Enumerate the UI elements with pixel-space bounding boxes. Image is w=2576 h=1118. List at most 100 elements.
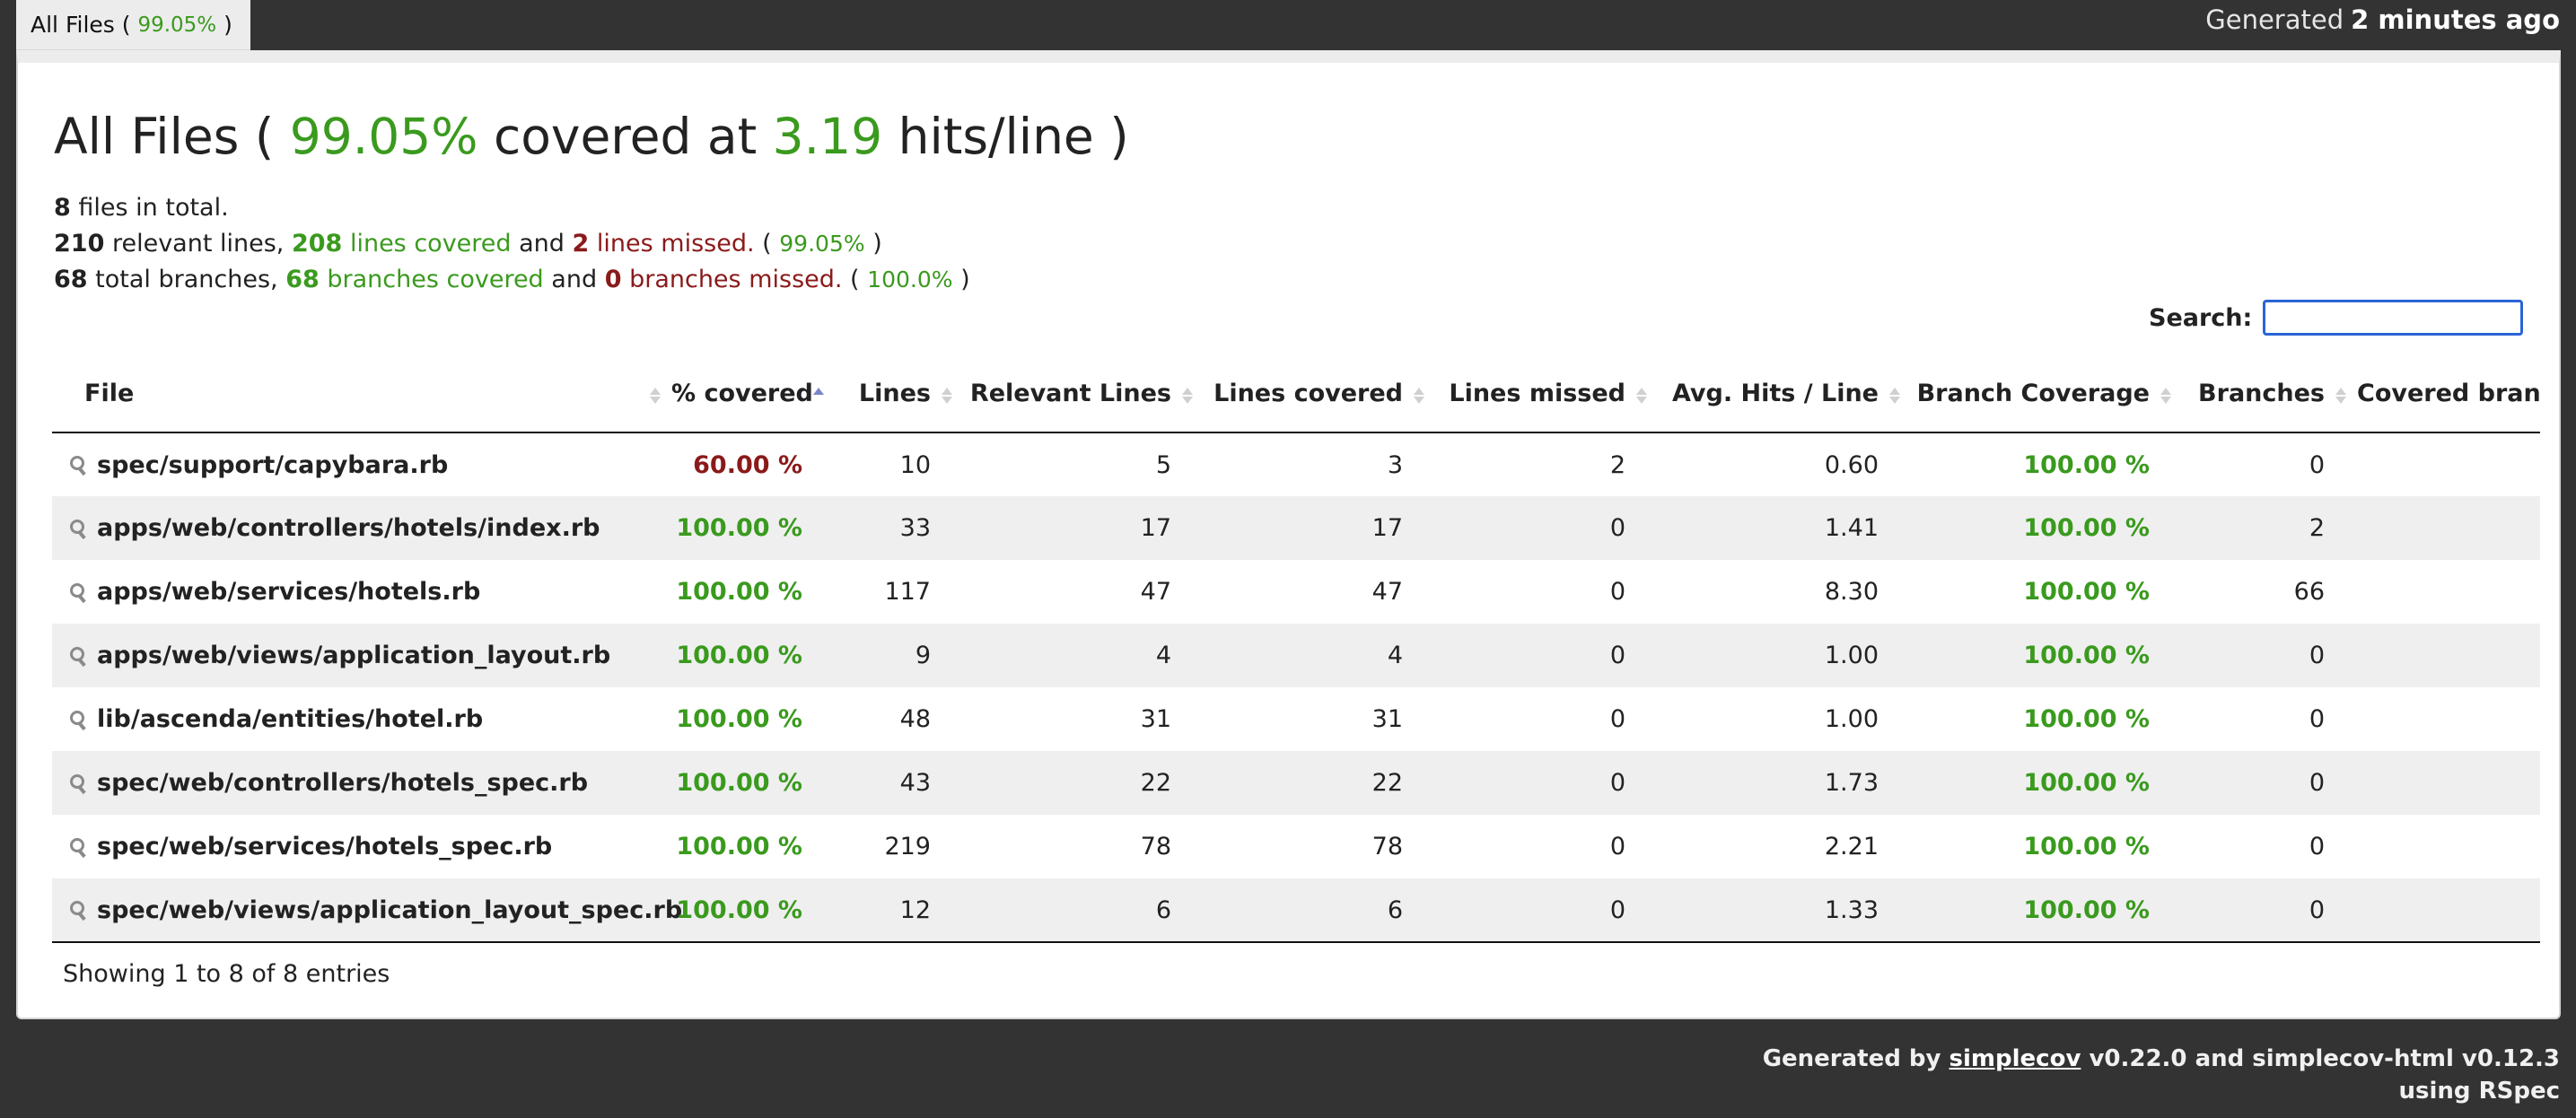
magnifier-icon[interactable] — [68, 837, 86, 858]
header-file[interactable]: File — [52, 355, 671, 433]
cell-covered: 100.00 % — [676, 578, 802, 606]
header-relevant-lines[interactable]: Relevant Lines — [963, 355, 1204, 433]
cell-avg: 1.00 — [1658, 624, 1911, 687]
lines-covered-count: 208 — [291, 230, 343, 258]
header-branch-coverage[interactable]: Branch Coverage — [1911, 355, 2182, 433]
cell-missed: 0 — [1435, 815, 1658, 878]
cell-lines-covered: 17 — [1204, 496, 1435, 560]
file-list-table: File % covered Lines Relevant Lines Lines co… — [52, 355, 2540, 943]
relevant-lines-count: 210 — [54, 230, 105, 258]
header-branches[interactable]: Branches — [2182, 355, 2357, 433]
cell-covered-branches — [2357, 687, 2540, 751]
magnifier-icon[interactable] — [68, 773, 86, 794]
relevant-lines-text: relevant lines, — [111, 230, 285, 258]
magnifier-icon[interactable] — [68, 646, 86, 667]
magnifier-icon[interactable] — [68, 901, 86, 921]
cell-branch-cov: 100.00 % — [2023, 578, 2150, 606]
file-link[interactable]: apps/web/services/hotels.rb — [97, 578, 480, 606]
search-box: Search: — [2149, 300, 2524, 336]
table-row: spec/web/controllers/hotels_spec.rb 100.0… — [52, 751, 2540, 815]
sort-ascending-icon — [813, 382, 824, 409]
file-link[interactable]: lib/ascenda/entities/hotel.rb — [97, 705, 483, 733]
header-lines[interactable]: Lines — [835, 355, 963, 433]
cell-missed: 0 — [1609, 514, 1625, 542]
cell-covered: 100.00 % — [671, 496, 835, 560]
cell-lines-covered: 22 — [1371, 769, 1403, 797]
table-row: apps/web/controllers/hotels/index.rb 100.… — [52, 496, 2540, 560]
cell-branches: 0 — [2309, 895, 2325, 924]
header-label: % covered — [671, 380, 813, 407]
cell-relevant: 78 — [963, 815, 1204, 878]
cell-lines: 48 — [835, 687, 963, 751]
cell-avg: 1.00 — [1824, 705, 1879, 733]
cell-covered: 100.00 % — [671, 815, 835, 878]
cell-branches: 0 — [2182, 687, 2357, 751]
cell-branches: 0 — [2182, 751, 2357, 815]
search-input[interactable] — [2263, 300, 2524, 336]
header-label: Relevant Lines — [969, 380, 1171, 407]
cell-covered-branches — [2357, 815, 2540, 878]
and-text: and — [519, 230, 565, 258]
cell-missed: 0 — [1609, 578, 1625, 606]
tab-all-files[interactable]: All Files ( 99.05% ) — [16, 0, 250, 50]
cell-avg: 1.00 — [1824, 642, 1879, 669]
table-row: spec/web/services/hotels_spec.rb 100.00 %… — [52, 815, 2540, 878]
header-lines-covered[interactable]: Lines covered — [1204, 355, 1435, 433]
title-middle: covered at — [494, 108, 758, 165]
table-row: lib/ascenda/entities/hotel.rb 100.00 % 48 3… — [52, 687, 2540, 751]
magnifier-icon[interactable] — [68, 456, 86, 476]
cell-avg: 1.73 — [1658, 751, 1911, 815]
total-branches-count: 68 — [54, 266, 88, 293]
header-label: Avg. Hits / Line — [1671, 380, 1879, 407]
cell-missed: 2 — [1435, 432, 1658, 496]
header-label: Lines covered — [1214, 380, 1403, 407]
simplecov-link[interactable]: simplecov — [1950, 1045, 2081, 1072]
tab-percent: 99.05% — [137, 13, 217, 37]
file-link[interactable]: apps/web/controllers/hotels/index.rb — [97, 514, 600, 542]
file-link[interactable]: spec/web/services/hotels_spec.rb — [97, 833, 552, 860]
header-percent-covered[interactable]: % covered — [671, 355, 835, 433]
cell-covered: 100.00 % — [671, 624, 835, 687]
cell-lines: 10 — [899, 450, 931, 479]
magnifier-icon[interactable] — [68, 519, 86, 539]
cell-lines-covered: 17 — [1371, 514, 1403, 542]
header-label: Covered branches — [2357, 380, 2540, 407]
cell-branch-cov: 100.00 % — [1911, 624, 2182, 687]
header-covered-branches[interactable]: Covered branches — [2357, 355, 2540, 433]
magnifier-icon[interactable] — [68, 582, 86, 603]
magnifier-icon[interactable] — [68, 710, 86, 730]
cell-relevant: 6 — [1155, 895, 1171, 924]
header-lines-missed[interactable]: Lines missed — [1435, 355, 1658, 433]
summary-files: 8 files in total. — [54, 190, 970, 226]
file-link[interactable]: spec/support/capybara.rb — [97, 451, 448, 479]
cell-lines: 10 — [835, 432, 963, 496]
file-cell: apps/web/controllers/hotels/index.rb — [52, 496, 671, 560]
header-avg-hits[interactable]: Avg. Hits / Line — [1658, 355, 1911, 433]
footer-line-1: Generated by simplecov v0.22.0 and simpl… — [1763, 1043, 2560, 1075]
cell-covered: 60.00 % — [671, 432, 835, 496]
file-link[interactable]: spec/web/controllers/hotels_spec.rb — [97, 769, 588, 797]
cell-avg: 2.21 — [1824, 833, 1879, 860]
lines-missed-text: lines missed. — [596, 230, 755, 258]
cell-branch-cov: 100.00 % — [2023, 895, 2150, 924]
search-label: Search: — [2149, 303, 2253, 332]
generated-timestamp: Generated 2 minutes ago — [2205, 2, 2560, 38]
cell-covered: 100.00 % — [676, 705, 802, 733]
cell-lines-covered: 47 — [1371, 578, 1403, 606]
lines-missed-count: 2 — [572, 230, 590, 258]
file-link[interactable]: apps/web/views/application_layout.rb — [97, 642, 610, 669]
cell-lines: 117 — [884, 578, 931, 606]
cell-branches: 2 — [2182, 496, 2357, 560]
cell-avg: 0.60 — [1658, 432, 1911, 496]
title-hits: 3.19 — [772, 108, 883, 165]
header-label: Branch Coverage — [1916, 380, 2150, 407]
cell-branches: 0 — [2182, 815, 2357, 878]
file-cell: spec/web/services/hotels_spec.rb — [52, 815, 671, 878]
title-prefix: All Files ( — [54, 108, 275, 165]
cell-relevant: 47 — [963, 560, 1204, 624]
cell-branch-cov: 100.00 % — [2023, 514, 2150, 542]
cell-avg: 8.30 — [1658, 560, 1911, 624]
cell-avg: 8.30 — [1824, 578, 1879, 606]
title-percent: 99.05% — [289, 108, 478, 165]
file-link[interactable]: spec/web/views/application_layout_spec.r… — [97, 896, 682, 924]
